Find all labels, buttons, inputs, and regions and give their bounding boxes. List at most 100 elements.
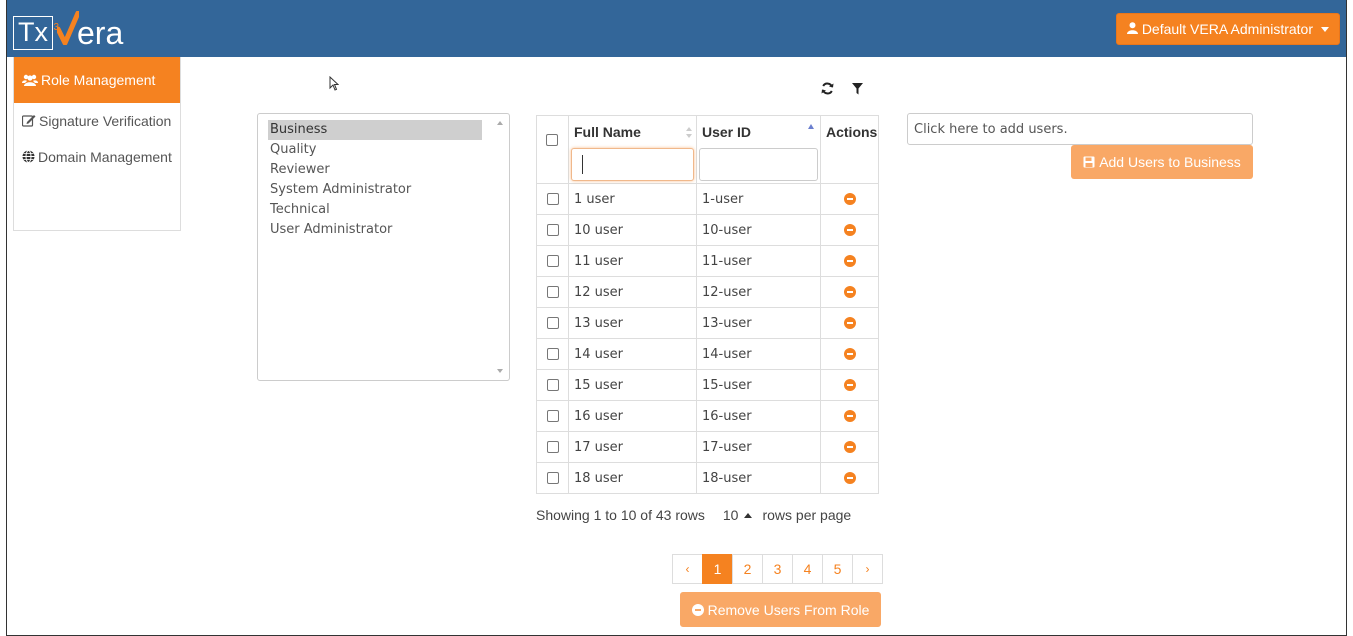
app-logo[interactable]: Tx 3 era (13, 6, 123, 50)
column-actions: Actions (820, 115, 879, 184)
save-icon (1083, 156, 1095, 168)
page-button-5[interactable]: 5 (822, 554, 853, 584)
row-checkbox-cell (536, 400, 569, 432)
cell-user-id: 17-user (696, 431, 821, 463)
remove-users-button[interactable]: Remove Users From Role (680, 592, 881, 627)
row-checkbox[interactable] (546, 224, 559, 236)
remove-user-icon[interactable] (843, 193, 856, 205)
page-button-3[interactable]: 3 (762, 554, 793, 584)
cell-full-name: 16 user (568, 400, 697, 432)
user-id-filter-input[interactable] (699, 148, 818, 181)
page-button-1[interactable]: 1 (702, 554, 733, 584)
sidebar-item-domain-management[interactable]: Domain Management (14, 139, 180, 175)
user-menu-button[interactable]: Default VERA Administrator (1115, 13, 1340, 45)
cell-full-name: 13 user (568, 307, 697, 339)
table-row[interactable]: 16 user 16-user (536, 400, 879, 432)
row-checkbox-cell (536, 245, 569, 277)
remove-user-icon[interactable] (843, 441, 856, 453)
page-button-2[interactable]: 2 (732, 554, 763, 584)
column-header-label: Actions (826, 124, 878, 140)
row-checkbox[interactable] (546, 410, 559, 422)
remove-user-icon[interactable] (843, 379, 856, 391)
role-option-business[interactable]: Business (268, 120, 482, 140)
add-users-button[interactable]: Add Users to Business (1071, 145, 1253, 179)
cell-user-id: 14-user (696, 338, 821, 370)
row-checkbox-cell (536, 431, 569, 463)
logo-tx: Tx 3 (13, 16, 59, 50)
role-option-technical[interactable]: Technical (268, 200, 499, 220)
pagination-info-text: Showing 1 to 10 of 43 rows (536, 507, 705, 523)
table-row[interactable]: 18 user 18-user (536, 462, 879, 494)
caret-up-icon (744, 512, 753, 518)
caret-down-icon (1321, 26, 1329, 32)
table-row[interactable]: 1 user 1-user (536, 183, 879, 215)
role-option-quality[interactable]: Quality (268, 140, 499, 160)
table-row[interactable]: 11 user 11-user (536, 245, 879, 277)
scroll-up-icon[interactable] (497, 121, 503, 125)
remove-user-icon[interactable] (843, 317, 856, 329)
cell-full-name: 15 user (568, 369, 697, 401)
row-actions (820, 400, 879, 432)
users-table: Full Name User ID Actions 1 user 1-user 10… (536, 115, 879, 494)
logo-text: era (77, 15, 124, 51)
cell-full-name: 14 user (568, 338, 697, 370)
remove-user-icon[interactable] (843, 286, 856, 298)
refresh-icon[interactable] (821, 82, 834, 100)
cell-full-name: 10 user (568, 214, 697, 246)
table-row[interactable]: 12 user 12-user (536, 276, 879, 308)
row-checkbox[interactable] (546, 286, 559, 298)
row-actions (820, 462, 879, 494)
edit-icon (22, 115, 36, 127)
table-row[interactable]: 15 user 15-user (536, 369, 879, 401)
remove-user-icon[interactable] (843, 255, 856, 267)
page-next-button[interactable]: › (852, 554, 883, 584)
full-name-filter-input[interactable] (571, 148, 694, 181)
column-user-id[interactable]: User ID (696, 115, 821, 184)
row-actions (820, 183, 879, 215)
cell-full-name: 12 user (568, 276, 697, 308)
mouse-cursor-icon (329, 75, 340, 96)
cell-full-name: 17 user (568, 431, 697, 463)
remove-user-icon[interactable] (843, 348, 856, 360)
sidebar-item-signature-verification[interactable]: Signature Verification (14, 103, 180, 139)
row-actions (820, 307, 879, 339)
role-option-system-administrator[interactable]: System Administrator (268, 180, 499, 200)
page-size-dropdown[interactable]: 10 (723, 507, 753, 523)
sort-asc-icon (808, 124, 814, 129)
role-option-user-administrator[interactable]: User Administrator (268, 220, 499, 240)
row-checkbox[interactable] (546, 193, 559, 205)
table-row[interactable]: 17 user 17-user (536, 431, 879, 463)
sidebar-item-role-management[interactable]: Role Management (14, 57, 180, 103)
user-icon (1126, 21, 1138, 37)
remove-users-label: Remove Users From Role (707, 601, 870, 618)
row-checkbox[interactable] (546, 441, 559, 453)
row-actions (820, 214, 879, 246)
row-checkbox[interactable] (546, 379, 559, 391)
add-users-input[interactable]: Click here to add users. (907, 113, 1253, 145)
role-option-reviewer[interactable]: Reviewer (268, 160, 499, 180)
row-checkbox[interactable] (546, 472, 559, 484)
row-checkbox[interactable] (546, 255, 559, 267)
column-full-name[interactable]: Full Name (568, 115, 697, 184)
table-row[interactable]: 14 user 14-user (536, 338, 879, 370)
row-checkbox[interactable] (546, 348, 559, 360)
scroll-down-icon[interactable] (497, 369, 503, 373)
remove-user-icon[interactable] (843, 472, 856, 484)
select-all-checkbox[interactable] (546, 134, 558, 146)
remove-user-icon[interactable] (843, 224, 856, 236)
cell-user-id: 1-user (696, 183, 821, 215)
select-all-header (536, 115, 569, 184)
page-prev-button[interactable]: ‹ (672, 554, 703, 584)
row-checkbox-cell (536, 276, 569, 308)
row-checkbox-cell (536, 338, 569, 370)
user-menu-label: Default VERA Administrator (1141, 21, 1313, 37)
row-checkbox[interactable] (546, 317, 559, 329)
page-size-value: 10 (722, 507, 739, 523)
cell-user-id: 12-user (696, 276, 821, 308)
table-row[interactable]: 13 user 13-user (536, 307, 879, 339)
role-listbox[interactable]: Business Quality Reviewer System Adminis… (257, 113, 510, 381)
filter-icon[interactable] (852, 82, 863, 100)
table-row[interactable]: 10 user 10-user (536, 214, 879, 246)
page-button-4[interactable]: 4 (792, 554, 823, 584)
remove-user-icon[interactable] (843, 410, 856, 422)
